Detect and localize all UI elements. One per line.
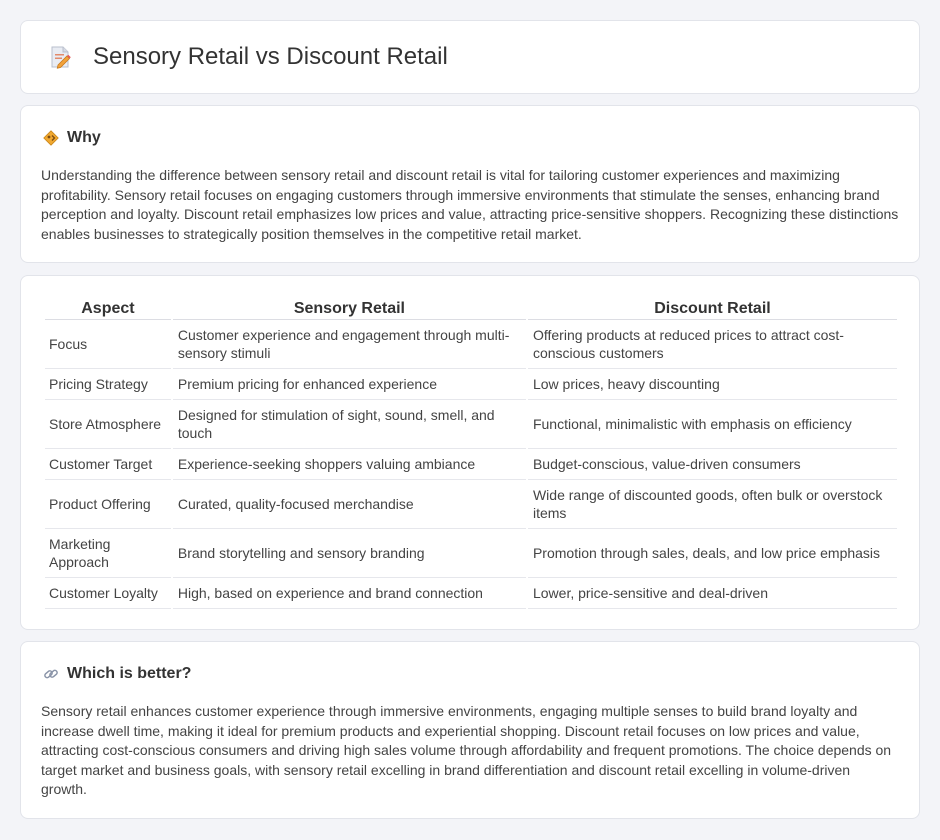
cell-discount: Budget-conscious, value-driven consumers xyxy=(527,449,897,480)
cell-aspect: Customer Target xyxy=(45,449,171,480)
cell-aspect: Pricing Strategy xyxy=(45,369,171,400)
why-section: Why Understanding the difference between… xyxy=(20,105,920,263)
which-is-better-section: Which is better? Sensory retail enhances… xyxy=(20,641,920,819)
column-header-aspect: Aspect xyxy=(45,296,171,320)
link-icon xyxy=(44,669,58,679)
header-card: Sensory Retail vs Discount Retail xyxy=(20,20,920,94)
cell-discount: Offering products at reduced prices to a… xyxy=(527,320,897,369)
table-row: Customer Target Experience-seeking shopp… xyxy=(45,449,897,480)
column-header-sensory: Sensory Retail xyxy=(172,296,526,320)
cell-sensory: Premium pricing for enhanced experience xyxy=(172,369,526,400)
cell-sensory: High, based on experience and brand conn… xyxy=(172,578,526,609)
table-header-row: Aspect Sensory Retail Discount Retail xyxy=(45,296,897,320)
why-heading: Why xyxy=(67,129,101,146)
cell-discount: Promotion through sales, deals, and low … xyxy=(527,529,897,578)
table-row: Pricing Strategy Premium pricing for enh… xyxy=(45,369,897,400)
cell-discount: Low prices, heavy discounting xyxy=(527,369,897,400)
column-header-discount: Discount Retail xyxy=(527,296,897,320)
cell-aspect: Store Atmosphere xyxy=(45,400,171,449)
cell-aspect: Product Offering xyxy=(45,480,171,529)
table-row: Marketing Approach Brand storytelling an… xyxy=(45,529,897,578)
which-is-better-text: Sensory retail enhances customer experie… xyxy=(41,703,892,797)
table-row: Product Offering Curated, quality-focuse… xyxy=(45,480,897,529)
why-text: Understanding the difference between sen… xyxy=(41,167,899,242)
cell-aspect: Customer Loyalty xyxy=(45,578,171,609)
diamond-sign-icon xyxy=(43,130,59,146)
cell-sensory: Curated, quality-focused merchandise xyxy=(172,480,526,529)
cell-discount: Lower, price-sensitive and deal-driven xyxy=(527,578,897,609)
cell-aspect: Marketing Approach xyxy=(45,529,171,578)
cell-sensory: Experience-seeking shoppers valuing ambi… xyxy=(172,449,526,480)
page-title: Sensory Retail vs Discount Retail xyxy=(93,43,448,70)
comparison-table: Aspect Sensory Retail Discount Retail Fo… xyxy=(43,296,899,609)
table-row: Store Atmosphere Designed for stimulatio… xyxy=(45,400,897,449)
cell-sensory: Customer experience and engagement throu… xyxy=(172,320,526,369)
cell-discount: Wide range of discounted goods, often bu… xyxy=(527,480,897,529)
comparison-section: Aspect Sensory Retail Discount Retail Fo… xyxy=(20,275,920,630)
which-is-better-heading: Which is better? xyxy=(67,665,192,682)
cell-sensory: Designed for stimulation of sight, sound… xyxy=(172,400,526,449)
table-row: Focus Customer experience and engagement… xyxy=(45,320,897,369)
cell-sensory: Brand storytelling and sensory branding xyxy=(172,529,526,578)
cell-discount: Functional, minimalistic with emphasis o… xyxy=(527,400,897,449)
cell-aspect: Focus xyxy=(45,320,171,369)
document-pencil-icon xyxy=(51,46,71,69)
table-row: Customer Loyalty High, based on experien… xyxy=(45,578,897,609)
